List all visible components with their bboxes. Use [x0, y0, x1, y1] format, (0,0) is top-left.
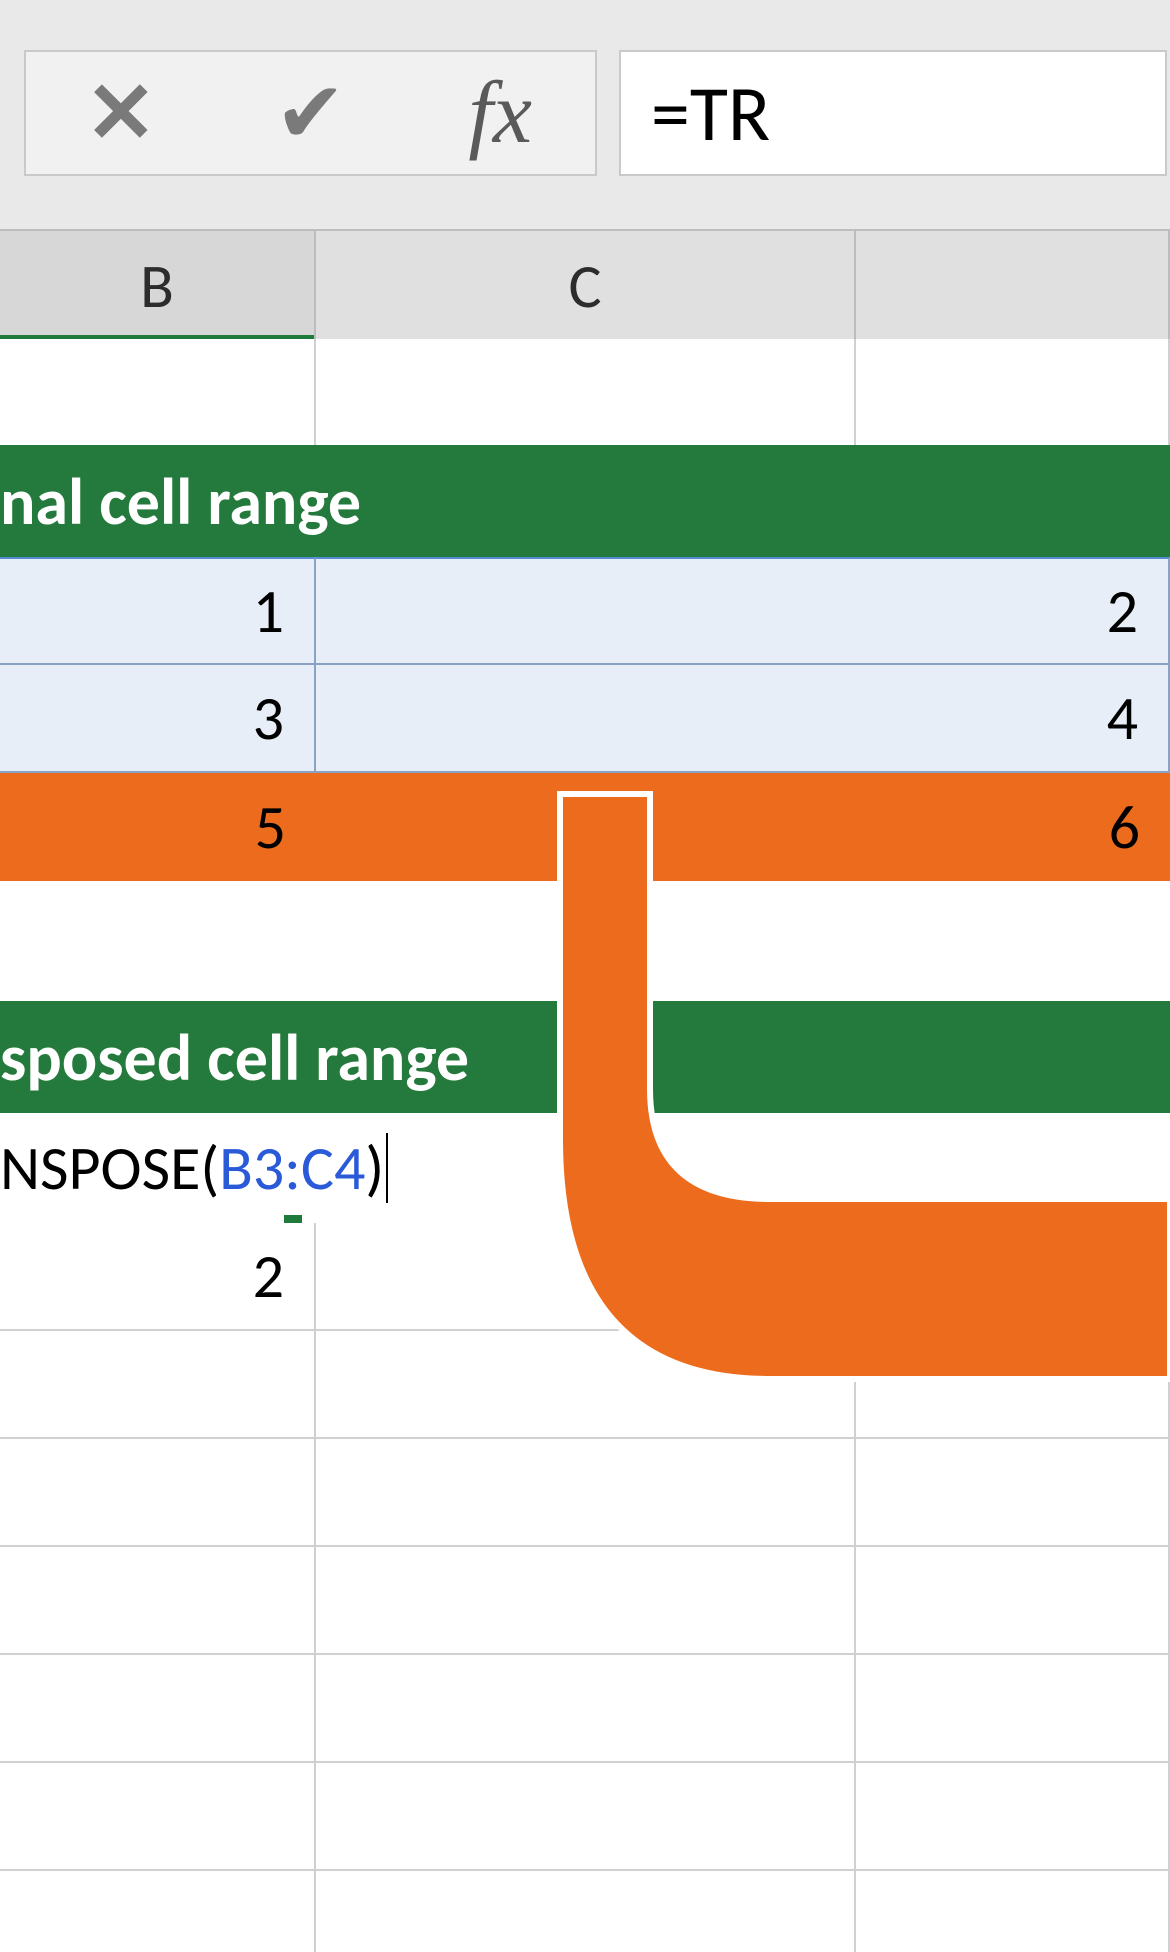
formula-prefix: NSPOSE( [0, 1130, 219, 1206]
section-header-transposed[interactable]: sposed cell range [0, 1001, 1170, 1113]
cell[interactable] [316, 1871, 856, 1952]
cell-B8-editing[interactable]: NSPOSE(B3:C4) [0, 1113, 1170, 1223]
section-header-original[interactable]: nal cell range [0, 445, 1170, 557]
formula-reference: B3:C4 [219, 1130, 365, 1206]
grid-row [0, 1655, 1170, 1763]
cell-B4[interactable]: 3 [0, 665, 316, 773]
cancel-icon[interactable]: ✕ [46, 52, 196, 174]
section-header-label: nal cell range [0, 461, 361, 542]
cell[interactable] [316, 339, 856, 445]
cell[interactable] [0, 1331, 316, 1439]
cell[interactable] [0, 1439, 316, 1547]
text-caret [386, 1133, 388, 1203]
cell-B5[interactable]: 5 [0, 773, 316, 881]
formula-suffix: ) [365, 1130, 384, 1206]
grid-row [0, 1547, 1170, 1655]
cell[interactable] [316, 1331, 856, 1439]
section-header-label: sposed cell range [0, 1017, 469, 1098]
cell-C5[interactable]: 6 [316, 773, 1170, 881]
cell[interactable] [316, 1655, 856, 1763]
grid-row [0, 1331, 1170, 1439]
grid-row [0, 339, 1170, 445]
cell[interactable] [0, 1655, 316, 1763]
cell[interactable] [316, 1547, 856, 1655]
formula-buttons-box: ✕ ✔ fx [24, 50, 597, 176]
cell[interactable] [856, 1331, 1170, 1439]
formula-input-text: =TR [651, 66, 770, 161]
cell-C3[interactable]: 2 [316, 557, 1170, 665]
cell[interactable] [856, 1763, 1170, 1871]
cell[interactable] [0, 339, 316, 445]
formula-cell-text: NSPOSE(B3:C4) [0, 1113, 388, 1223]
grid-row [0, 1439, 1170, 1547]
column-headers: B C [0, 229, 1170, 341]
grid-row: nal cell range [0, 445, 1170, 557]
cell[interactable] [856, 1655, 1170, 1763]
cell[interactable] [0, 1547, 316, 1655]
cell[interactable] [856, 339, 1170, 445]
grid-row [0, 881, 1170, 1001]
cell[interactable] [0, 881, 1170, 1001]
cell-C4[interactable]: 4 [316, 665, 1170, 773]
column-header-B[interactable]: B [0, 231, 316, 341]
cell[interactable] [856, 1547, 1170, 1655]
cell-C9[interactable]: 4 [316, 1223, 1170, 1331]
grid-row [0, 1763, 1170, 1871]
grid-row: 5 6 [0, 773, 1170, 881]
formula-bar-area: ✕ ✔ fx =TR [0, 0, 1170, 229]
cell[interactable] [316, 1439, 856, 1547]
grid-row: 2 4 [0, 1223, 1170, 1331]
column-header-D[interactable] [856, 231, 1170, 341]
cell[interactable] [856, 1439, 1170, 1547]
cell[interactable] [0, 1763, 316, 1871]
grid-row: NSPOSE(B3:C4) [0, 1113, 1170, 1223]
enter-icon[interactable]: ✔ [235, 52, 385, 174]
column-header-C[interactable]: C [316, 231, 856, 341]
cell-B9[interactable]: 2 [0, 1223, 316, 1331]
formula-input[interactable]: =TR [619, 50, 1167, 176]
cell[interactable] [316, 1763, 856, 1871]
fx-icon[interactable]: fx [425, 52, 575, 174]
cell[interactable] [0, 1871, 316, 1952]
grid-row: sposed cell range [0, 1001, 1170, 1113]
grid-row [0, 1871, 1170, 1952]
cell-B3[interactable]: 1 [0, 557, 316, 665]
grid-row: 3 4 [0, 665, 1170, 773]
grid-row: 1 2 [0, 557, 1170, 665]
grid-area: nal cell range 1 2 3 4 5 6 sposed cell r… [0, 339, 1170, 1952]
cell[interactable] [856, 1871, 1170, 1952]
fill-handle[interactable] [284, 1215, 302, 1223]
